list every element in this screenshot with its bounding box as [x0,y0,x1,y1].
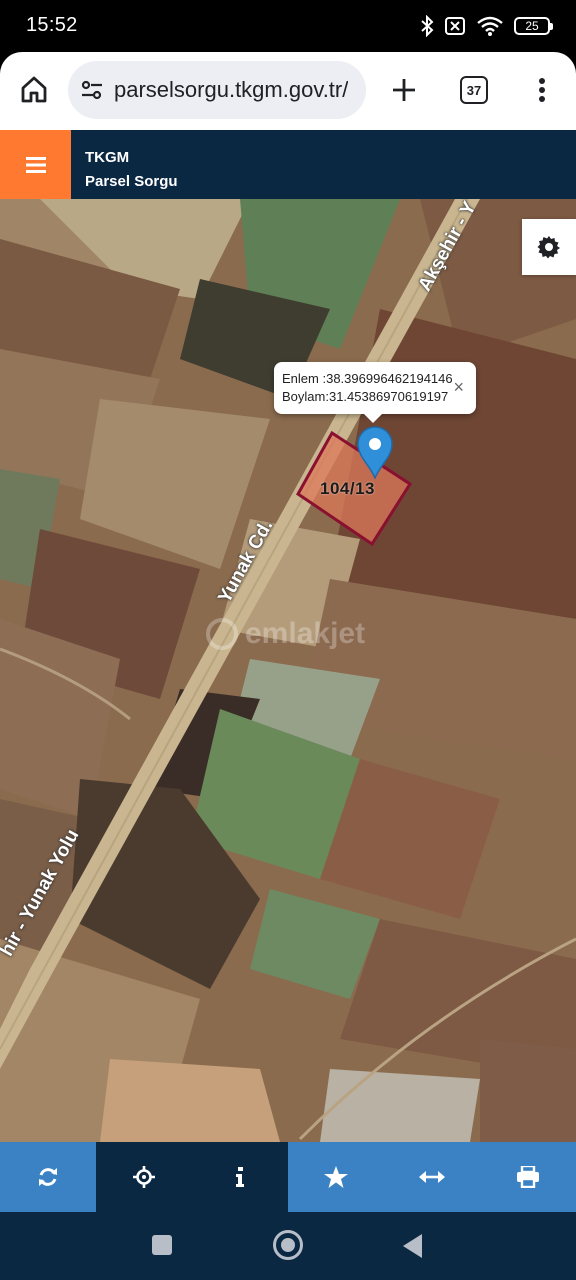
longitude-value: :31.45386970619197 [325,389,449,404]
tab-count: 37 [466,82,482,98]
latitude-value: :38.396996462194146 [322,371,453,386]
status-time: 15:52 [26,14,78,36]
locate-icon [133,1166,155,1188]
status-icons: 25 [420,14,553,38]
recents-icon[interactable] [152,1235,172,1255]
browser-home-button[interactable] [14,69,54,109]
info-icon [236,1167,244,1187]
app-title: TKGM [85,149,130,166]
battery-level: 25 [525,19,539,33]
battery-icon: 25 [514,17,553,35]
latitude-row: Enlem :38.396996462194146 [282,370,468,388]
no-sim-icon [445,17,465,35]
watermark-text: emlakjet [245,617,366,650]
home-icon[interactable] [273,1230,303,1260]
parcel-label[interactable]: 104/13 [320,479,375,499]
watermark-logo-icon [206,618,238,650]
status-bar: 15:52 25 [0,0,576,52]
url-text: parselsorgu.tkgm.gov.tr/ [114,77,349,102]
popup-close-button[interactable]: × [453,378,464,396]
map-toolbar [0,1142,576,1212]
site-settings-icon[interactable] [80,78,104,102]
coordinate-popup: Enlem :38.396996462194146 Boylam:31.4538… [274,362,476,423]
watermark: emlakjet [205,617,365,651]
satellite-imagery [0,199,576,1142]
info-button[interactable] [192,1142,288,1212]
browser-menu-button[interactable] [528,70,556,110]
measure-button[interactable] [384,1142,480,1212]
address-bar[interactable]: parselsorgu.tkgm.gov.tr/ [68,61,366,119]
measure-icon [419,1171,445,1183]
favorite-button[interactable] [288,1142,384,1212]
home-icon [21,76,47,103]
new-tab-button[interactable] [384,70,424,110]
tab-switcher-button[interactable]: 37 [460,76,488,104]
latitude-label: Enlem [282,371,319,386]
system-nav-bar [0,1212,576,1280]
wifi-icon [477,16,503,36]
longitude-label: Boylam [282,389,326,404]
locate-button[interactable] [96,1142,192,1212]
refresh-icon [39,1168,57,1186]
hamburger-icon [25,156,46,173]
back-icon[interactable] [403,1234,422,1258]
print-button[interactable] [480,1142,576,1212]
map-view[interactable]: Akşehir - Y Yunak Cd. hir - Yunak Yolu e… [0,199,576,1142]
map-settings-button[interactable] [522,219,576,275]
bluetooth-icon [421,15,434,37]
menu-button[interactable] [0,130,71,199]
more-vert-icon [539,78,545,102]
star-icon [324,1166,348,1188]
refresh-button[interactable] [0,1142,96,1212]
app-header: TKGM Parsel Sorgu [0,130,576,199]
app-subtitle: Parsel Sorgu [85,173,178,190]
browser-toolbar: parselsorgu.tkgm.gov.tr/ 37 [0,52,576,130]
longitude-row: Boylam:31.45386970619197 [282,388,468,406]
header-titles: TKGM Parsel Sorgu [85,146,178,194]
gear-icon [537,236,560,259]
plus-icon [393,79,415,101]
map-pin-icon[interactable] [356,425,394,484]
print-icon [517,1166,539,1188]
